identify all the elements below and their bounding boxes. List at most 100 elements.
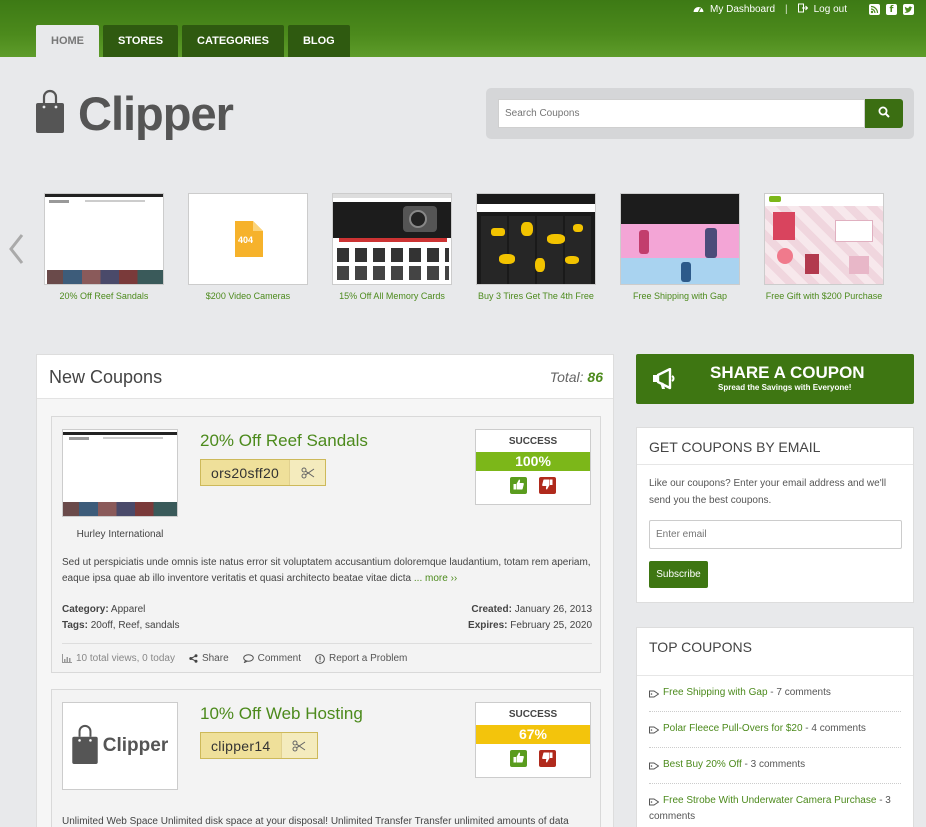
- share-subtitle: Spread the Savings with Everyone!: [718, 383, 852, 392]
- logout-link[interactable]: Log out: [814, 4, 847, 15]
- coupon-meta: Category: Apparel Tags: 20off, Reef, san…: [62, 602, 592, 634]
- coupon-description: Unlimited Web Space Unlimited disk space…: [62, 814, 592, 827]
- top-coupon-comments: - 4 comments: [805, 723, 866, 734]
- slider-caption: $200 Video Cameras: [205, 291, 291, 301]
- panel-header: New Coupons Total: 86: [37, 355, 613, 399]
- tab-categories[interactable]: CATEGORIES: [182, 25, 284, 57]
- coupon-code-text: ors20sff20: [211, 464, 280, 481]
- coupon-code[interactable]: ors20sff20: [200, 459, 327, 486]
- coupon-card: Clipper 10% Off Web Hosting clipper14 SU…: [51, 689, 601, 827]
- slider-thumbnail: [476, 193, 596, 285]
- total-count: 86: [587, 369, 603, 385]
- views-text: 10 total views, 0 today: [76, 653, 175, 664]
- coupon-title[interactable]: 10% Off Web Hosting: [200, 704, 363, 724]
- coupon-card: Hurley International 20% Off Reef Sandal…: [51, 416, 601, 673]
- share-title: SHARE A COUPON: [710, 363, 865, 382]
- my-dashboard-link[interactable]: My Dashboard: [710, 4, 775, 15]
- thumbs-down-icon: [542, 477, 553, 495]
- chevron-left-icon: [6, 234, 28, 270]
- slider-thumbnail: [764, 193, 884, 285]
- top-coupon-item: Polar Fleece Pull-Overs for $20 - 4 comm…: [649, 712, 901, 748]
- store-logo-text: Clipper: [102, 735, 169, 756]
- slider-item[interactable]: 15% Off All Memory Cards: [332, 193, 452, 301]
- missing-file-icon: 404: [235, 221, 263, 262]
- coupon-store-thumbnail[interactable]: [62, 429, 178, 517]
- success-percent: 67%: [476, 725, 590, 744]
- site-logo[interactable]: Clipper: [36, 86, 234, 141]
- divider: |: [785, 4, 788, 15]
- main-nav: HOME STORES CATEGORIES BLOG: [36, 25, 350, 57]
- subscribe-button[interactable]: Subscribe: [649, 561, 708, 588]
- logout-icon: [797, 3, 808, 16]
- top-coupon-link[interactable]: Best Buy 20% Off: [663, 759, 742, 770]
- thumbs-up-button[interactable]: [510, 750, 527, 767]
- description-text: Unlimited Web Space Unlimited disk space…: [62, 816, 569, 827]
- share-link[interactable]: Share: [189, 653, 229, 664]
- tags-label: Tags:: [62, 620, 88, 631]
- thumbs-down-button[interactable]: [539, 750, 556, 767]
- report-problem-link[interactable]: Report a Problem: [315, 653, 407, 664]
- shopping-bag-icon: [72, 724, 98, 769]
- top-coupon-link[interactable]: Free Strobe With Underwater Camera Purch…: [663, 795, 876, 806]
- logo-text: Clipper: [78, 87, 234, 140]
- scissors-icon: [280, 733, 317, 758]
- slider-item[interactable]: 404 $200 Video Cameras: [188, 193, 308, 301]
- category-label: Category:: [62, 604, 109, 615]
- created-label: Created:: [471, 604, 512, 615]
- tab-home[interactable]: HOME: [36, 25, 99, 57]
- top-bar: HOME STORES CATEGORIES BLOG My Dashboard…: [0, 0, 926, 57]
- coupon-store-name[interactable]: Hurley International: [62, 529, 178, 540]
- slider-thumbnail: [620, 193, 740, 285]
- thumbs-up-icon: [513, 750, 524, 768]
- top-coupon-link[interactable]: Free Shipping with Gap: [663, 687, 768, 698]
- top-coupons-list: Free Shipping with Gap - 7 comments Polar…: [637, 676, 913, 827]
- tab-stores[interactable]: STORES: [103, 25, 179, 57]
- success-percent: 100%: [476, 452, 590, 471]
- slider-item[interactable]: 20% Off Reef Sandals: [44, 193, 164, 301]
- slider-thumbnail: [44, 193, 164, 285]
- coupon-code[interactable]: clipper14: [200, 732, 318, 759]
- tab-blog[interactable]: BLOG: [287, 25, 350, 57]
- coupon-actions: 10 total views, 0 today Share Comment Re…: [62, 643, 592, 664]
- svg-text:404: 404: [238, 235, 253, 245]
- more-link[interactable]: ... more ››: [414, 573, 457, 584]
- comment-link[interactable]: Comment: [242, 653, 301, 664]
- total-label: Total:: [549, 369, 584, 385]
- twitter-icon[interactable]: [903, 4, 914, 15]
- search-input[interactable]: [498, 99, 865, 128]
- success-rate-box: SUCCESS 100%: [475, 429, 591, 505]
- top-coupon-comments: - 3 comments: [744, 759, 806, 770]
- category-value[interactable]: Apparel: [111, 604, 145, 615]
- widget-title: TOP COUPONS: [637, 628, 913, 676]
- tag-icon: [649, 688, 660, 698]
- facebook-icon[interactable]: f: [886, 4, 897, 15]
- tag-icon: [649, 760, 660, 770]
- widget-title: GET COUPONS BY EMAIL: [637, 428, 913, 465]
- tags-value[interactable]: 20off, Reef, sandals: [91, 620, 180, 631]
- thumbs-down-button[interactable]: [539, 477, 556, 494]
- search-icon: [878, 105, 890, 123]
- megaphone-icon: [652, 367, 678, 395]
- top-coupon-link[interactable]: Polar Fleece Pull-Overs for $20: [663, 723, 803, 734]
- search-button[interactable]: [865, 99, 903, 128]
- expires-label: Expires:: [468, 620, 508, 631]
- slider-item[interactable]: Buy 3 Tires Get The 4th Free: [476, 193, 596, 301]
- slider-caption: 20% Off Reef Sandals: [59, 291, 149, 301]
- search-bar: [486, 88, 914, 139]
- coupon-title[interactable]: 20% Off Reef Sandals: [200, 431, 368, 451]
- description-text: Sed ut perspiciatis unde omnis iste natu…: [62, 557, 591, 584]
- slider-caption: Free Gift with $200 Purchase: [765, 291, 883, 301]
- thumbs-up-button[interactable]: [510, 477, 527, 494]
- slider-item[interactable]: Free Gift with $200 Purchase: [764, 193, 884, 301]
- tag-icon: [649, 724, 660, 734]
- coupon-store-thumbnail[interactable]: Clipper: [62, 702, 178, 790]
- slider-prev-button[interactable]: [6, 232, 28, 266]
- slider-item[interactable]: Free Shipping with Gap: [620, 193, 740, 301]
- bar-chart-icon: [62, 654, 72, 663]
- shopping-bag-icon: [36, 89, 64, 138]
- share-coupon-button[interactable]: SHARE A COUPON Spread the Savings with E…: [636, 354, 914, 404]
- slider-caption: Buy 3 Tires Get The 4th Free: [478, 291, 594, 301]
- rss-icon[interactable]: [869, 4, 880, 15]
- email-field[interactable]: [649, 520, 902, 549]
- success-label: SUCCESS: [508, 436, 558, 447]
